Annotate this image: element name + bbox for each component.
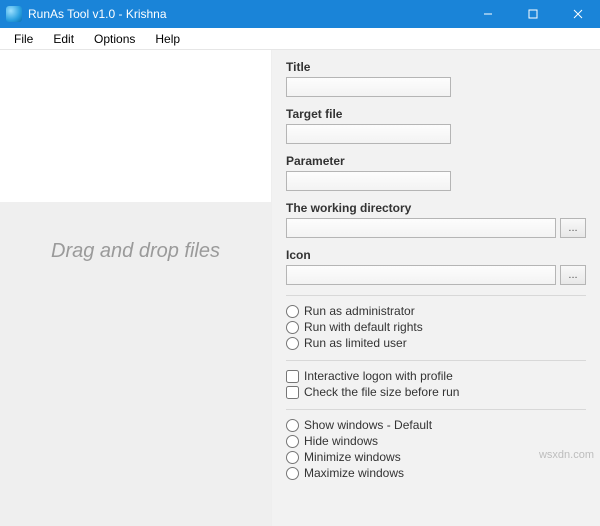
browse-workdir-button[interactable]: ... xyxy=(560,218,586,238)
check-interactive[interactable]: Interactive logon with profile xyxy=(286,369,586,383)
client-area: Drag and drop files Title Target file Pa… xyxy=(0,50,600,526)
drop-zone[interactable]: Drag and drop files xyxy=(0,202,271,526)
radio-maximize-windows-label: Maximize windows xyxy=(304,466,404,480)
radio-run-admin[interactable]: Run as administrator xyxy=(286,304,586,318)
right-pane: Title Target file Parameter The working … xyxy=(272,50,600,526)
menu-edit[interactable]: Edit xyxy=(43,30,84,48)
separator xyxy=(286,295,586,296)
input-parameter[interactable] xyxy=(286,171,451,191)
app-icon xyxy=(6,6,22,22)
window-title: RunAs Tool v1.0 - Krishna xyxy=(28,7,167,21)
browse-icon-button[interactable]: ... xyxy=(560,265,586,285)
left-pane: Drag and drop files xyxy=(0,50,272,526)
input-target[interactable] xyxy=(286,124,451,144)
radio-run-limited-label: Run as limited user xyxy=(304,336,407,350)
radio-hide-windows[interactable]: Hide windows xyxy=(286,434,586,448)
menu-file[interactable]: File xyxy=(4,30,43,48)
radio-run-default-label: Run with default rights xyxy=(304,320,423,334)
radio-maximize-windows-input[interactable] xyxy=(286,467,299,480)
radio-minimize-windows-label: Minimize windows xyxy=(304,450,401,464)
label-workdir: The working directory xyxy=(286,201,586,215)
radio-maximize-windows[interactable]: Maximize windows xyxy=(286,466,586,480)
label-target: Target file xyxy=(286,107,586,121)
radio-hide-windows-input[interactable] xyxy=(286,435,299,448)
titlebar: RunAs Tool v1.0 - Krishna xyxy=(0,0,600,28)
check-filesize[interactable]: Check the file size before run xyxy=(286,385,586,399)
label-parameter: Parameter xyxy=(286,154,586,168)
drop-zone-hint: Drag and drop files xyxy=(51,240,220,263)
radio-run-admin-input[interactable] xyxy=(286,305,299,318)
radio-run-limited-input[interactable] xyxy=(286,337,299,350)
radio-minimize-windows-input[interactable] xyxy=(286,451,299,464)
label-title: Title xyxy=(286,60,586,74)
input-title[interactable] xyxy=(286,77,451,97)
radio-show-windows[interactable]: Show windows - Default xyxy=(286,418,586,432)
menubar: File Edit Options Help xyxy=(0,28,600,50)
radio-hide-windows-label: Hide windows xyxy=(304,434,378,448)
separator-3 xyxy=(286,409,586,410)
maximize-button[interactable] xyxy=(510,0,555,28)
radio-run-default-input[interactable] xyxy=(286,321,299,334)
menu-help[interactable]: Help xyxy=(145,30,190,48)
label-icon: Icon xyxy=(286,248,586,262)
check-interactive-label: Interactive logon with profile xyxy=(304,369,453,383)
check-filesize-label: Check the file size before run xyxy=(304,385,459,399)
radio-show-windows-input[interactable] xyxy=(286,419,299,432)
separator-2 xyxy=(286,360,586,361)
radio-show-windows-label: Show windows - Default xyxy=(304,418,432,432)
input-workdir[interactable] xyxy=(286,218,556,238)
radio-run-admin-label: Run as administrator xyxy=(304,304,415,318)
radio-minimize-windows[interactable]: Minimize windows xyxy=(286,450,586,464)
check-interactive-input[interactable] xyxy=(286,370,299,383)
file-list[interactable] xyxy=(0,50,271,202)
radio-run-limited[interactable]: Run as limited user xyxy=(286,336,586,350)
menu-options[interactable]: Options xyxy=(84,30,145,48)
input-icon[interactable] xyxy=(286,265,556,285)
radio-run-default[interactable]: Run with default rights xyxy=(286,320,586,334)
check-filesize-input[interactable] xyxy=(286,386,299,399)
minimize-button[interactable] xyxy=(465,0,510,28)
close-button[interactable] xyxy=(555,0,600,28)
